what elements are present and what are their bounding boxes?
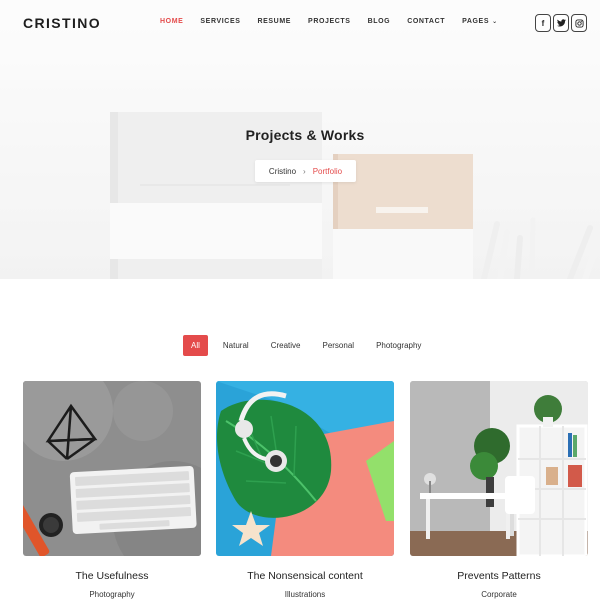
- nav-item-projects[interactable]: PROJECTS: [308, 18, 351, 25]
- main-nav: HOME SERVICES RESUME PROJECTS BLOG CONTA…: [160, 18, 515, 25]
- instagram-icon[interactable]: [571, 14, 587, 32]
- filter-creative[interactable]: Creative: [271, 341, 301, 350]
- chevron-down-icon: ⌄: [492, 19, 498, 25]
- portfolio-card[interactable]: Prevents Patterns Corporate: [410, 381, 588, 599]
- project-title[interactable]: The Nonsensical content: [216, 570, 394, 582]
- nav-item-services[interactable]: SERVICES: [200, 18, 240, 25]
- instagram-glyph: [574, 18, 584, 28]
- filter-photography[interactable]: Photography: [376, 341, 421, 350]
- portfolio-card[interactable]: The Nonsensical content Illustrations: [216, 381, 394, 599]
- project-category: Photography: [89, 590, 135, 599]
- breadcrumb-current: Portfolio: [312, 166, 343, 176]
- project-title[interactable]: Prevents Patterns: [410, 570, 588, 582]
- portfolio-card-image[interactable]: [23, 381, 201, 556]
- headphones-photo: [216, 381, 394, 556]
- twitter-icon[interactable]: [553, 14, 569, 32]
- nav-item-resume[interactable]: RESUME: [257, 18, 291, 25]
- nav-item-home[interactable]: HOME: [160, 18, 183, 25]
- filter-all[interactable]: All: [183, 335, 208, 356]
- chevron-right-icon: ›: [303, 166, 306, 176]
- filter-natural[interactable]: Natural: [223, 341, 249, 350]
- office-photo: [410, 381, 588, 556]
- social-links: f: [535, 14, 589, 32]
- twitter-bird-glyph: [556, 19, 566, 27]
- project-category: Corporate: [481, 590, 517, 599]
- portfolio-filters: All Natural Creative Personal Photograph…: [183, 335, 443, 356]
- nav-item-pages-label: PAGES: [462, 18, 490, 25]
- page-title: Projects & Works: [245, 127, 365, 143]
- nav-item-pages[interactable]: PAGES ⌄: [462, 18, 498, 25]
- breadcrumb: Cristino › Portfolio: [255, 160, 356, 182]
- filter-personal[interactable]: Personal: [322, 341, 354, 350]
- nav-item-contact[interactable]: CONTACT: [407, 18, 445, 25]
- project-category: Illustrations: [284, 590, 326, 599]
- workspace-photo: [23, 381, 201, 556]
- portfolio-card-image[interactable]: [216, 381, 394, 556]
- nav-item-blog[interactable]: BLOG: [368, 18, 391, 25]
- site-header: CRISTINO HOME SERVICES RESUME PROJECTS B…: [0, 0, 600, 46]
- portfolio-card-image[interactable]: [410, 381, 588, 556]
- project-title[interactable]: The Usefulness: [23, 570, 201, 582]
- facebook-icon[interactable]: f: [535, 14, 551, 32]
- portfolio-card[interactable]: The Usefulness Photography: [23, 381, 201, 599]
- breadcrumb-home-link[interactable]: Cristino: [269, 167, 296, 176]
- site-logo[interactable]: CRISTINO: [23, 15, 101, 31]
